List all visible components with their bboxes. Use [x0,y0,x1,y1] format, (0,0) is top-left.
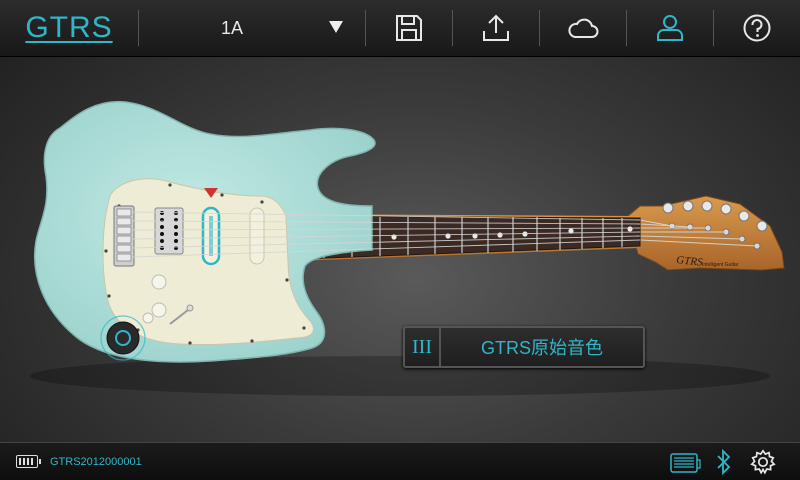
chevron-down-icon [329,21,343,33]
preset-selector[interactable]: 1A [139,0,365,56]
output-jack[interactable] [100,315,146,361]
neck-pickup [249,207,265,265]
user-icon [657,15,683,41]
save-button[interactable] [366,0,452,56]
device-id: GTRS2012000001 [50,456,142,468]
logo: GTRS [0,0,138,56]
export-button[interactable] [453,0,539,56]
battery-icon [16,455,41,468]
cloud-icon [568,18,599,38]
headstock: GTRS Intelligent Guitar [627,195,785,271]
help-icon [743,14,771,42]
status-bar: GTRS2012000001 [0,442,800,480]
app-window: GTRS 1A GTRS Intelligent Guitar III GTRS… [0,0,800,480]
svg-text:Intelligent Guitar: Intelligent Guitar [702,262,739,268]
gear-icon[interactable] [748,448,778,476]
bridge [113,205,135,267]
upload-icon [483,14,509,41]
account-button[interactable] [627,0,713,56]
amp-icon[interactable] [668,448,702,476]
tone-selector[interactable]: III GTRS原始音色 [403,326,645,368]
preset-name: 1A [221,17,244,38]
tone-name: GTRS原始音色 [480,338,603,358]
save-icon [396,15,422,41]
help-button[interactable] [714,0,800,56]
cloud-button[interactable] [540,0,626,56]
bluetooth-icon[interactable] [714,448,734,476]
logo-text: GTRS [25,11,113,44]
tone-index: III [405,328,441,366]
guitar-illustration: GTRS Intelligent Guitar [30,100,785,396]
guitar-stage: GTRS Intelligent Guitar III GTRS原始音色 [0,56,800,442]
middle-pickup [201,206,221,266]
toolbar: GTRS 1A [0,0,800,57]
